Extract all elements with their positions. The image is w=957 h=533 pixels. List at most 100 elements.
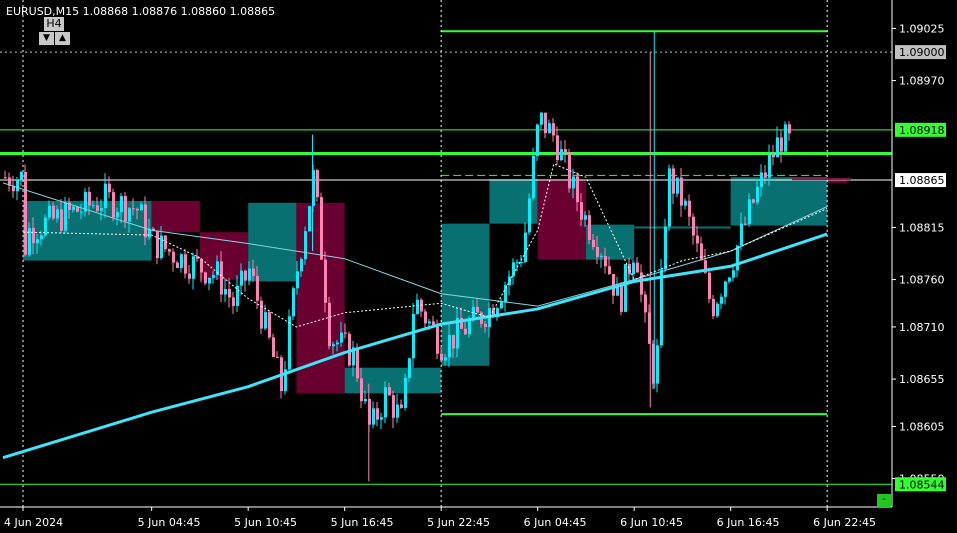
candle-body-99 [400,404,403,408]
candle-body-81 [328,302,331,347]
candle-body-64 [260,300,263,329]
candle-body-178 [716,303,719,317]
candle-body-128 [516,262,519,264]
candle-body-148 [596,247,599,257]
candle-body-29 [120,196,123,213]
candle-body-168 [676,177,679,194]
candle-body-185 [744,223,747,225]
candle-body-167 [672,168,675,194]
candle-body-49 [200,258,203,273]
candle-body-159 [640,272,643,295]
candle-body-90 [364,398,367,402]
candle-body-51 [208,277,211,284]
candle-body-26 [108,183,111,193]
candle-body-145 [584,215,587,220]
candle-body-45 [184,254,187,274]
candle-body-8 [36,239,39,244]
candle-body-155 [624,264,627,312]
candle-body-158 [636,262,639,273]
x-tick-label-2: 5 Jun 10:45 [234,516,297,529]
y-tick-label-0: 1.09025 [899,22,945,35]
candle-body-72 [292,288,295,317]
candle-body-184 [740,223,743,246]
candle-body-34 [140,204,143,211]
x-tick-label-1: 5 Jun 04:45 [138,516,201,529]
candle-body-78 [316,170,319,198]
candle-body-80 [324,259,327,303]
candle-body-191 [768,154,771,178]
candle-body-85 [344,332,347,334]
candle-body-65 [264,312,267,329]
candle-body-173 [696,235,699,244]
candle-body-73 [296,271,299,289]
candle-body-102 [412,314,415,359]
timeframe-up-icon[interactable]: ▲ [55,32,70,45]
candle-body-76 [308,206,311,232]
candle-body-164 [660,269,663,346]
candle-body-63 [256,275,259,301]
candle-body-66 [268,312,271,338]
candle-body-13 [56,209,59,219]
candle-body-54 [220,261,223,295]
candle-body-74 [300,259,303,272]
price-chart[interactable]: 1.09025 1.08970 1.08815 1.08760 1.08710 1.086… [0,0,957,533]
candle-body-98 [396,404,399,418]
candle-body-83 [336,342,339,345]
candle-body-165 [664,226,667,270]
htf-box-10 [634,226,731,229]
candle-body-96 [388,387,391,396]
price-label-1: 1.08918 [899,124,945,137]
y-tick-label-5: 1.08655 [899,373,945,386]
candle-body-192 [772,154,775,158]
htf-box-5 [344,367,442,394]
x-tick-label-7: 6 Jun 16:45 [717,516,780,529]
timeframe-label: H4 [44,17,64,31]
timeframe-down-icon[interactable]: ▼ [39,32,54,45]
candle-body-27 [112,192,115,218]
candle-body-28 [116,212,119,218]
candle-body-57 [232,297,235,306]
candle-body-21 [88,191,91,206]
candle-body-170 [684,200,687,206]
candle-body-33 [136,208,139,211]
candle-body-146 [588,215,591,240]
candle-body-166 [668,168,671,227]
candle-body-188 [756,186,759,203]
candle-body-163 [656,345,659,384]
candle-body-138 [556,135,559,161]
x-tick-label-4: 5 Jun 22:45 [427,516,490,529]
htf-box-3 [248,202,297,282]
candle-body-89 [360,378,363,402]
candle-body-129 [520,262,523,264]
y-tick-label-2: 1.08815 [899,221,945,234]
candle-body-75 [304,231,307,260]
candle-body-52 [212,275,215,278]
candle-body-43 [176,262,179,269]
candle-body-136 [548,123,551,134]
candle-body-171 [688,200,691,217]
candle-body-108 [436,325,439,354]
candle-body-30 [124,196,127,222]
candle-body-14 [60,209,63,231]
candle-body-137 [552,123,555,136]
candle-body-22 [92,205,95,207]
candle-body-44 [180,254,183,269]
candle-body-17 [72,206,75,211]
candle-body-120 [484,323,487,327]
candle-body-0 [4,177,7,179]
candle-body-25 [104,183,107,209]
minimize-button[interactable]: - [877,494,891,507]
candle-body-196 [788,124,791,134]
candle-body-124 [500,302,503,309]
candle-body-193 [776,137,779,158]
candle-body-11 [48,205,51,218]
candle-body-71 [288,316,291,370]
candle-body-18 [76,206,79,212]
candle-body-160 [644,294,647,313]
candle-body-19 [80,211,83,213]
candle-body-190 [764,172,767,178]
candle-body-179 [720,296,723,304]
candle-body-156 [628,264,631,275]
candle-body-187 [752,199,755,203]
candle-body-189 [760,172,763,187]
